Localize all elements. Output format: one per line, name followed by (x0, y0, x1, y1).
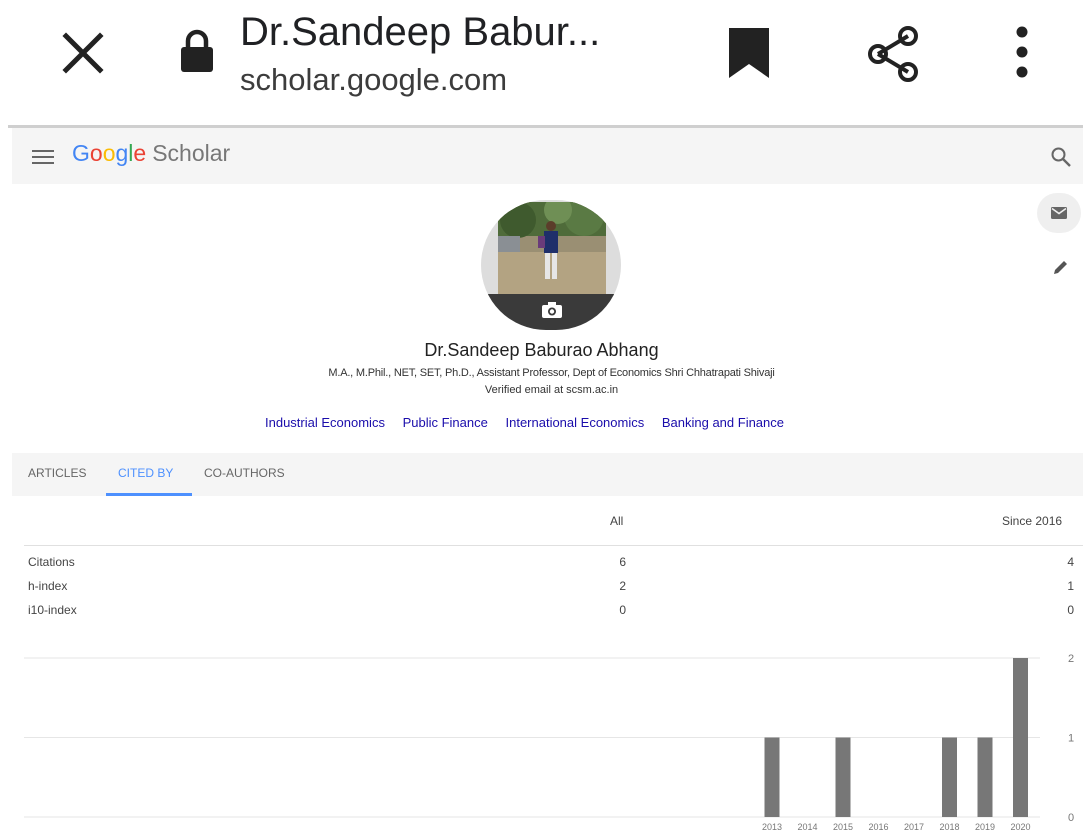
x-tick-label: 2016 (868, 822, 888, 832)
scholar-header: Google Scholar (12, 128, 1083, 184)
browser-toolbar: Dr.Sandeep Babur... scholar.google.com (0, 0, 1083, 126)
interest-link[interactable]: Banking and Finance (662, 415, 784, 430)
tab-co-authors[interactable]: CO-AUTHORS (204, 466, 285, 480)
x-tick-label: 2017 (904, 822, 924, 832)
metric-all: 2 (619, 579, 626, 593)
mail-icon (1051, 207, 1067, 219)
table-divider (24, 545, 1083, 546)
metric-since: 4 (1067, 555, 1074, 569)
x-tick-label: 2018 (939, 822, 959, 832)
profile-tabs: ARTICLES CITED BY CO-AUTHORS (12, 453, 1083, 496)
chart-bar[interactable] (942, 737, 957, 818)
lock-icon (181, 29, 213, 72)
metric-all: 6 (619, 555, 626, 569)
active-tab-indicator (106, 493, 192, 496)
page-title: Dr.Sandeep Babur... (240, 10, 601, 54)
profile-affiliation: M.A., M.Phil., NET, SET, Ph.D., Assistan… (328, 367, 775, 379)
x-tick-label: 2015 (833, 822, 853, 832)
column-header-since: Since 2016 (1002, 514, 1063, 528)
search-icon[interactable] (1050, 146, 1072, 168)
metric-label[interactable]: h-index (28, 579, 67, 593)
x-tick-label: 2020 (1010, 822, 1030, 832)
metric-all: 0 (619, 603, 626, 617)
camera-icon[interactable] (541, 301, 563, 319)
verified-email: Verified email at scsm.ac.in (484, 384, 619, 396)
x-tick-label: 2013 (762, 822, 782, 832)
profile-photo (498, 202, 606, 294)
x-tick-label: 2014 (797, 822, 817, 832)
column-header-all: All (610, 514, 624, 528)
email-alerts-button[interactable] (1037, 193, 1081, 233)
menu-icon[interactable] (32, 150, 54, 164)
share-icon[interactable] (864, 24, 924, 84)
metric-label[interactable]: Citations (28, 555, 75, 569)
page-url[interactable]: scholar.google.com (240, 62, 507, 98)
chart-bar[interactable] (1013, 658, 1028, 817)
google-scholar-logo[interactable]: Google Scholar (72, 140, 230, 167)
close-icon[interactable] (60, 30, 106, 76)
interest-link[interactable]: Industrial Economics (265, 415, 385, 430)
y-tick-label: 2 (1068, 653, 1074, 665)
y-tick-label: 0 (1068, 812, 1074, 824)
y-tick-label: 1 (1068, 733, 1074, 745)
profile-name: Dr.Sandeep Baburao Abhang (424, 340, 659, 360)
tab-articles[interactable]: ARTICLES (28, 466, 86, 480)
metric-since: 1 (1067, 579, 1074, 593)
citations-per-year-chart: 0 1 2 2013 2014 2015 2016 2017 2018 2019 2020 (24, 653, 1074, 832)
chart-bar[interactable] (977, 737, 993, 818)
chart-bar[interactable] (835, 737, 851, 818)
x-tick-label: 2019 (975, 822, 995, 832)
edit-icon[interactable] (1052, 258, 1070, 276)
research-interests: Industrial Economics Public Finance Inte… (265, 415, 798, 430)
profile-avatar[interactable] (481, 200, 621, 330)
interest-link[interactable]: International Economics (505, 415, 644, 430)
interest-link[interactable]: Public Finance (403, 415, 488, 430)
more-vert-icon[interactable] (1008, 26, 1036, 78)
metric-label[interactable]: i10-index (28, 603, 77, 617)
metric-since: 0 (1067, 603, 1074, 617)
chart-bar[interactable] (764, 737, 780, 818)
tab-cited-by[interactable]: CITED BY (118, 466, 173, 480)
bookmark-icon[interactable] (726, 26, 772, 80)
